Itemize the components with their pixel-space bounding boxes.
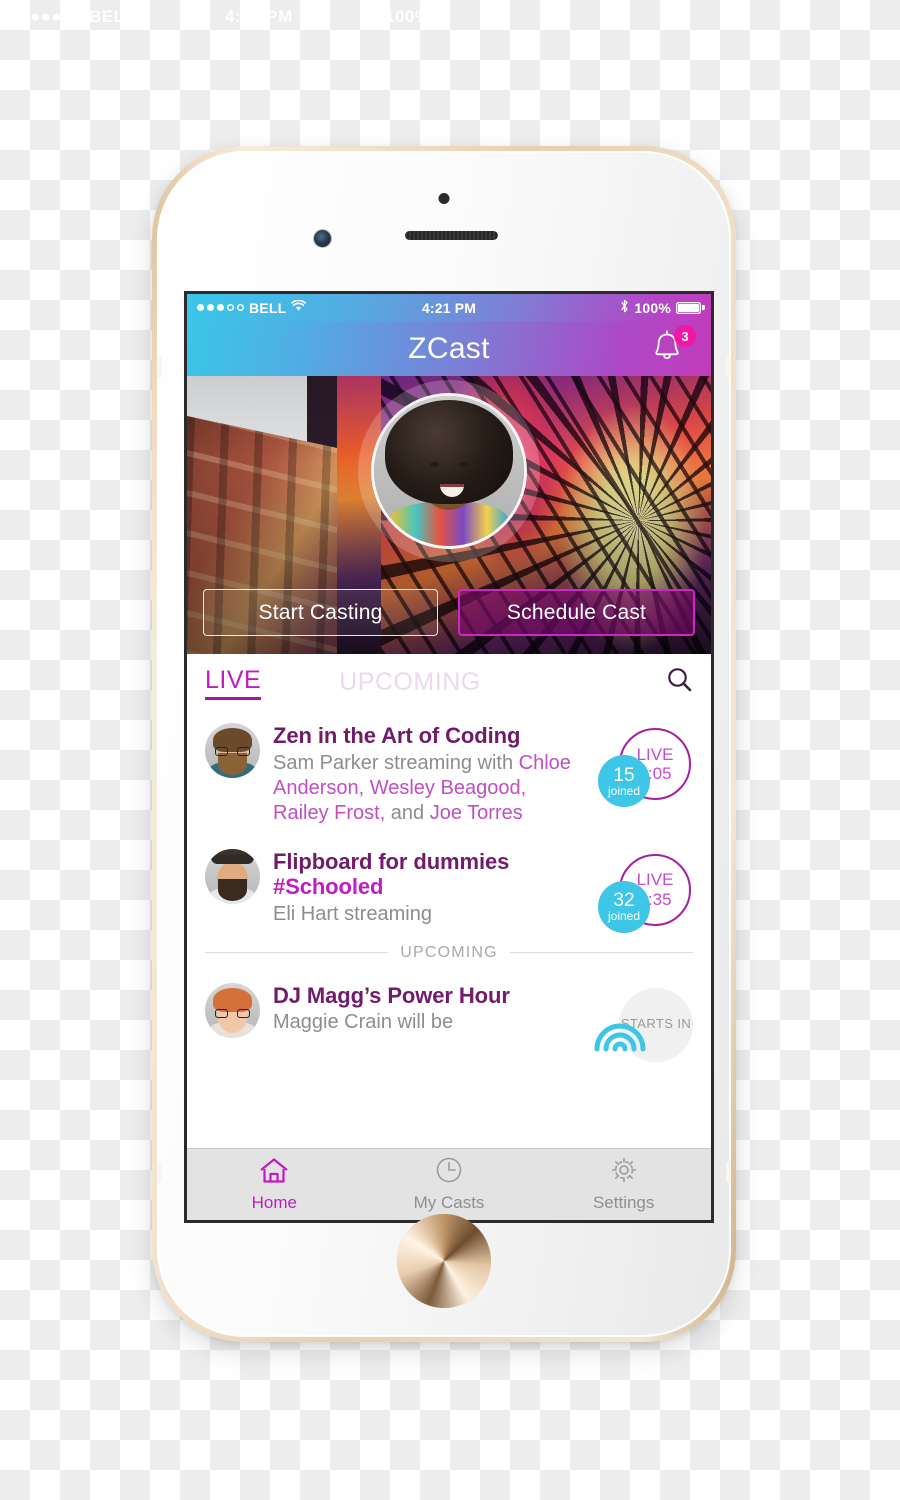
status-bar: BELL 4:21 PM 100% xyxy=(187,294,711,321)
home-icon xyxy=(259,1157,289,1189)
host-label: Sam Parker streaming with xyxy=(273,751,519,774)
clock-icon xyxy=(435,1156,463,1189)
cast-subtitle: Sam Parker streaming with Chloe Anderson… xyxy=(273,751,585,827)
section-divider: UPCOMING xyxy=(187,938,711,970)
phone-screen: BELL 4:21 PM 100% ZCast 3 Start Casting … xyxy=(184,291,714,1223)
list-item-text: Flipboard for dummies #Schooled Eli Hart… xyxy=(273,849,585,928)
conjunction: and xyxy=(385,802,430,825)
notifications-button[interactable]: 3 xyxy=(650,325,696,371)
list-item[interactable]: DJ Magg’s Power Hour Maggie Crain will b… xyxy=(187,970,711,1072)
tab-upcoming[interactable]: UPCOMING xyxy=(339,668,481,697)
content-tabs: LIVE UPCOMING xyxy=(187,654,711,710)
avatar xyxy=(205,982,260,1038)
earpiece-speaker xyxy=(404,231,498,240)
list-item[interactable]: Flipboard for dummies #Schooled Eli Hart… xyxy=(187,836,711,938)
live-label: LIVE xyxy=(636,744,674,764)
joined-count: 15 xyxy=(613,764,635,786)
ghost-status-watermark: ●●●○○ BELL 4:21 PM 100% xyxy=(30,6,470,28)
sound-wave-icon xyxy=(592,1009,648,1058)
cast-status-badges: LIVE 1:05 15 joined xyxy=(598,723,693,807)
ghost-right: 100% xyxy=(385,7,431,26)
tab-home[interactable]: Home xyxy=(187,1149,362,1220)
proximity-sensor-icon xyxy=(438,193,450,204)
tab-settings-label: Settings xyxy=(592,1193,655,1212)
ghost-left: ●●●○○ BELL xyxy=(30,7,136,26)
cast-status-badges: LIVE 2:35 32 joined xyxy=(598,849,693,933)
bell-icon xyxy=(650,330,684,369)
antenna-nub xyxy=(157,1161,162,1183)
joined-label: joined xyxy=(607,783,641,798)
tab-settings[interactable]: Settings xyxy=(536,1149,711,1220)
antenna-nub xyxy=(726,356,731,378)
phone-device: BELL 4:21 PM 100% ZCast 3 Start Casting … xyxy=(152,146,736,1342)
ghost-center: 4:21 PM xyxy=(225,7,293,26)
app-nav-bar: ZCast 3 xyxy=(187,321,711,376)
avatar xyxy=(205,848,260,904)
tab-my-casts-label: My Casts xyxy=(413,1193,485,1212)
status-bar-right: 100% xyxy=(620,299,705,316)
cast-subtitle: Maggie Crain will be xyxy=(273,1011,454,1034)
avatar[interactable] xyxy=(374,396,524,546)
cast-title: Zen in the Art of Coding xyxy=(273,723,521,748)
list-item-text: DJ Magg’s Power Hour Maggie Crain will b… xyxy=(273,983,585,1036)
joined-count: 32 xyxy=(613,890,635,912)
battery-percent-label: 100% xyxy=(634,299,671,316)
hat-icon xyxy=(211,848,254,864)
hero-banner: Start Casting Schedule Cast xyxy=(187,376,711,654)
joined-label: joined xyxy=(607,909,641,924)
search-button[interactable] xyxy=(666,666,693,698)
page-title: ZCast xyxy=(408,331,490,365)
antenna-nub xyxy=(726,1161,731,1183)
avatar xyxy=(205,723,260,778)
cast-subtitle: Eli Hart streaming xyxy=(273,903,432,926)
section-divider-label: UPCOMING xyxy=(400,943,498,961)
tab-live[interactable]: LIVE xyxy=(205,666,262,700)
list-item[interactable]: Zen in the Art of Coding Sam Parker stre… xyxy=(187,710,711,836)
start-casting-button[interactable]: Start Casting xyxy=(203,589,438,636)
antenna-nub xyxy=(157,356,162,378)
bluetooth-icon xyxy=(620,299,629,316)
guest-names-2[interactable]: Joe Torres xyxy=(430,802,523,824)
front-camera-icon xyxy=(314,230,331,247)
battery-icon xyxy=(676,302,705,314)
search-icon xyxy=(666,668,693,697)
tab-home-label: Home xyxy=(251,1192,298,1212)
cast-status-badges: STARTS IN xyxy=(594,983,693,1063)
gear-icon xyxy=(610,1156,638,1189)
list-item-text: Zen in the Art of Coding Sam Parker stre… xyxy=(273,723,585,827)
live-label: LIVE xyxy=(636,870,674,890)
cast-title: Flipboard for dummies #Schooled xyxy=(273,849,585,901)
home-button[interactable] xyxy=(397,1214,491,1308)
schedule-cast-button[interactable]: Schedule Cast xyxy=(458,589,695,636)
joined-badge: 15 joined xyxy=(598,755,650,807)
cast-hashtag[interactable]: #Schooled xyxy=(273,874,383,899)
bottom-tab-bar: Home My Casts Settings xyxy=(187,1148,711,1220)
hero-actions: Start Casting Schedule Cast xyxy=(203,589,695,636)
notifications-badge: 3 xyxy=(674,325,696,347)
cast-feed: Zen in the Art of Coding Sam Parker stre… xyxy=(187,710,711,1072)
phone-body: BELL 4:21 PM 100% ZCast 3 Start Casting … xyxy=(157,151,731,1337)
joined-badge: 32 joined xyxy=(598,880,650,933)
tab-my-casts[interactable]: My Casts xyxy=(362,1149,537,1220)
cast-title: DJ Magg’s Power Hour xyxy=(273,982,510,1008)
cast-title-text: Flipboard for dummies xyxy=(273,848,510,874)
